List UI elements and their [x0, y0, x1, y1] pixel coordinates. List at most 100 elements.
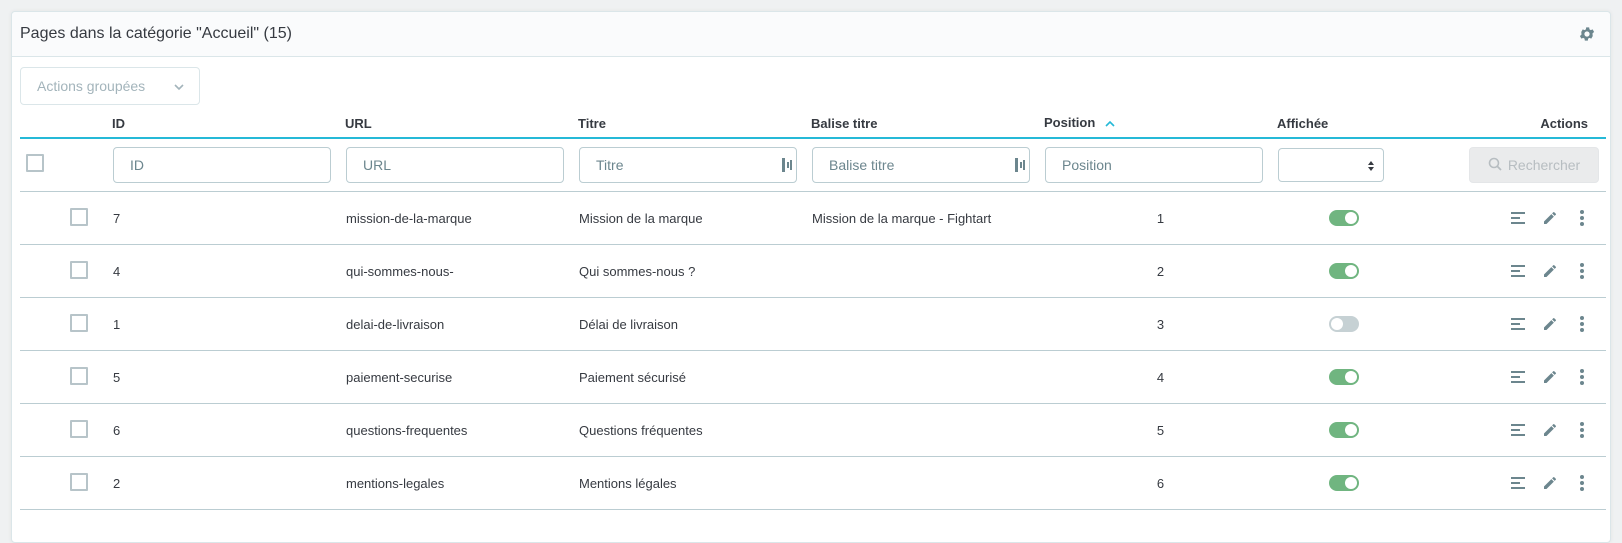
- pages-card: Pages dans la catégorie "Accueil" (15) A…: [11, 11, 1611, 543]
- table-row[interactable]: 7 mission-de-la-marque Mission de la mar…: [20, 191, 1606, 245]
- row-title: Mission de la marque: [578, 191, 811, 245]
- edit-icon[interactable]: [1541, 368, 1559, 386]
- row-position[interactable]: 6: [1044, 456, 1277, 510]
- row-id: 5: [112, 350, 345, 404]
- row-meta-title: Mission de la marque - Fightart: [811, 191, 1044, 245]
- col-displayed[interactable]: Affichée: [1277, 109, 1410, 139]
- row-url: mission-de-la-marque: [345, 191, 578, 245]
- more-options-icon[interactable]: [1573, 368, 1591, 386]
- row-checkbox[interactable]: [70, 472, 88, 491]
- search-button[interactable]: Rechercher: [1469, 147, 1599, 183]
- row-position[interactable]: 2: [1044, 244, 1277, 298]
- row-position[interactable]: 3: [1044, 297, 1277, 351]
- row-position[interactable]: 1: [1044, 191, 1277, 245]
- row-position[interactable]: 5: [1044, 403, 1277, 457]
- filter-row: Rechercher: [20, 138, 1606, 192]
- edit-icon[interactable]: [1541, 421, 1559, 439]
- position-filter-input[interactable]: [1045, 147, 1263, 183]
- row-url: questions-frequentes: [345, 403, 578, 457]
- list-icon[interactable]: [1509, 368, 1527, 386]
- more-options-icon[interactable]: [1573, 474, 1591, 492]
- row-checkbox[interactable]: [70, 313, 88, 332]
- col-meta-title[interactable]: Balise titre: [811, 109, 1044, 139]
- toggle-knob: [1344, 477, 1357, 490]
- more-options-icon[interactable]: [1573, 262, 1591, 280]
- toggle-knob: [1344, 371, 1357, 384]
- col-position[interactable]: Position: [1044, 109, 1277, 139]
- row-title: Délai de livraison: [578, 297, 811, 351]
- url-filter-input[interactable]: [346, 147, 564, 183]
- row-id: 2: [112, 456, 345, 510]
- card-title: Pages dans la catégorie "Accueil" (15): [20, 25, 292, 42]
- row-id: 4: [112, 244, 345, 298]
- list-icon[interactable]: [1509, 474, 1527, 492]
- select-all-checkbox[interactable]: [26, 153, 44, 172]
- row-id: 1: [112, 297, 345, 351]
- row-id: 7: [112, 191, 345, 245]
- row-url: delai-de-livraison: [345, 297, 578, 351]
- meta-title-filter-input[interactable]: [812, 147, 1030, 183]
- pages-table: ID URL Titre Balise titre Position Affic…: [20, 109, 1606, 510]
- table-row[interactable]: 6 questions-frequentes Questions fréquen…: [20, 403, 1606, 457]
- sort-asc-icon[interactable]: [1105, 116, 1115, 131]
- more-options-icon[interactable]: [1573, 209, 1591, 227]
- row-title: Questions fréquentes: [578, 403, 811, 457]
- list-icon[interactable]: [1509, 421, 1527, 439]
- displayed-toggle[interactable]: [1328, 422, 1359, 439]
- displayed-toggle[interactable]: [1328, 369, 1359, 386]
- list-icon[interactable]: [1509, 315, 1527, 333]
- toggle-knob: [1344, 212, 1357, 225]
- table-row[interactable]: 2 mentions-legales Mentions légales 6: [20, 456, 1606, 510]
- table-row[interactable]: 5 paiement-securise Paiement sécurisé 4: [20, 350, 1606, 404]
- row-title: Mentions légales: [578, 456, 811, 510]
- title-filter-input[interactable]: [579, 147, 797, 183]
- displayed-toggle[interactable]: [1328, 475, 1359, 492]
- edit-icon[interactable]: [1541, 262, 1559, 280]
- row-meta-title: [811, 297, 1044, 351]
- row-checkbox[interactable]: [70, 260, 88, 279]
- row-meta-title: [811, 456, 1044, 510]
- row-meta-title: [811, 350, 1044, 404]
- search-icon: [1488, 157, 1502, 174]
- more-options-icon[interactable]: [1573, 315, 1591, 333]
- gear-icon[interactable]: [1576, 23, 1598, 45]
- row-checkbox[interactable]: [70, 366, 88, 385]
- row-url: qui-sommes-nous-: [345, 244, 578, 298]
- select-arrows-icon: [1367, 159, 1375, 177]
- search-button-label: Rechercher: [1507, 157, 1581, 173]
- row-url: mentions-legales: [345, 456, 578, 510]
- id-filter-input[interactable]: [113, 147, 331, 183]
- edit-icon[interactable]: [1541, 474, 1559, 492]
- col-title[interactable]: Titre: [578, 109, 811, 139]
- row-checkbox[interactable]: [70, 207, 88, 226]
- col-actions: Actions: [1410, 109, 1606, 139]
- more-options-icon[interactable]: [1573, 421, 1591, 439]
- row-meta-title: [811, 244, 1044, 298]
- header-row: ID URL Titre Balise titre Position Affic…: [20, 109, 1606, 139]
- displayed-filter-select[interactable]: [1278, 148, 1384, 182]
- row-title: Paiement sécurisé: [578, 350, 811, 404]
- row-id: 6: [112, 403, 345, 457]
- edit-icon[interactable]: [1541, 315, 1559, 333]
- displayed-toggle[interactable]: [1328, 316, 1359, 333]
- col-id[interactable]: ID: [112, 109, 345, 139]
- list-icon[interactable]: [1509, 209, 1527, 227]
- text-cursor-icon: [781, 157, 793, 178]
- row-title: Qui sommes-nous ?: [578, 244, 811, 298]
- toggle-knob: [1344, 265, 1357, 278]
- row-position[interactable]: 4: [1044, 350, 1277, 404]
- edit-icon[interactable]: [1541, 209, 1559, 227]
- row-meta-title: [811, 403, 1044, 457]
- bulk-actions-button[interactable]: Actions groupées: [20, 67, 200, 105]
- row-checkbox[interactable]: [70, 419, 88, 438]
- list-icon[interactable]: [1509, 262, 1527, 280]
- toggle-knob: [1344, 424, 1357, 437]
- table-row[interactable]: 4 qui-sommes-nous- Qui sommes-nous ? 2: [20, 244, 1606, 298]
- card-header: Pages dans la catégorie "Accueil" (15): [12, 12, 1610, 57]
- table-row[interactable]: 1 delai-de-livraison Délai de livraison …: [20, 297, 1606, 351]
- displayed-toggle[interactable]: [1328, 210, 1359, 227]
- col-url[interactable]: URL: [345, 109, 578, 139]
- displayed-toggle[interactable]: [1328, 263, 1359, 280]
- text-cursor-icon: [1014, 157, 1026, 178]
- bulk-actions-label: Actions groupées: [37, 78, 146, 94]
